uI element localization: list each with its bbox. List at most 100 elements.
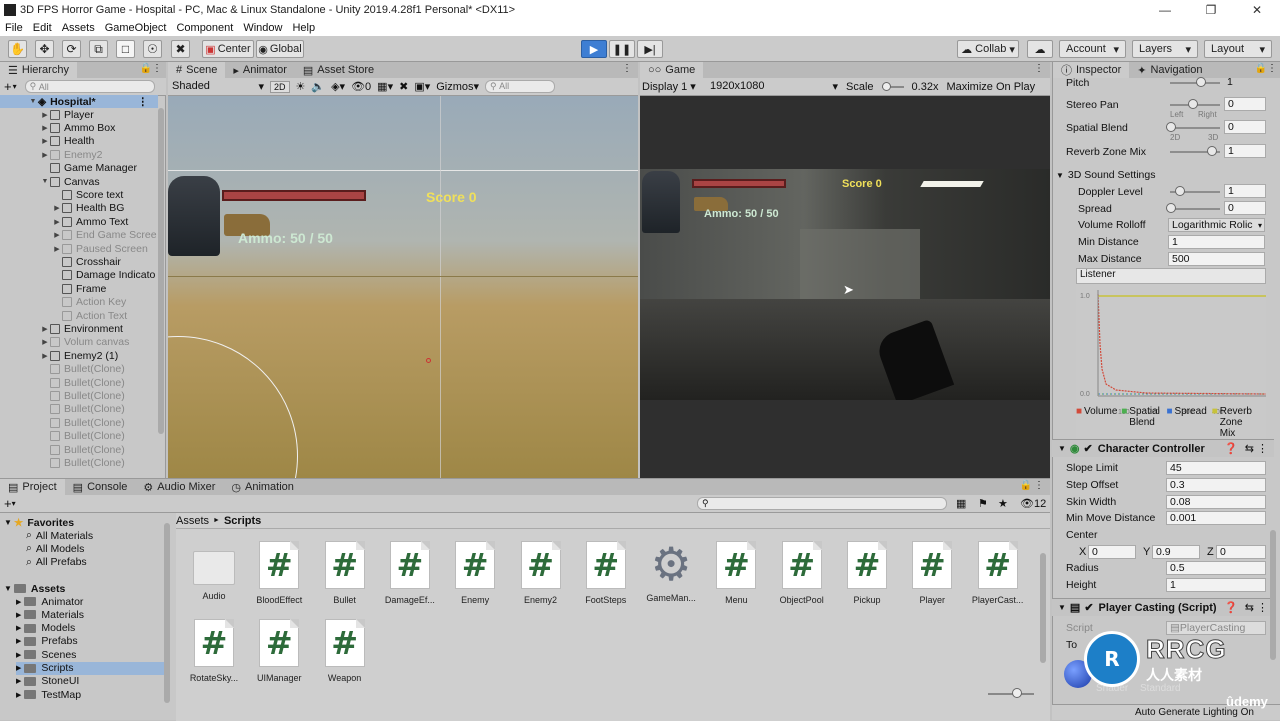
mode-2d-toggle[interactable]: 2D	[270, 80, 290, 93]
hierarchy-item[interactable]: ▶ Ammo Text	[0, 215, 158, 228]
reverb-knob[interactable]	[1207, 146, 1217, 156]
tab-audio-mixer[interactable]: ⚙ Audio Mixer	[135, 479, 223, 495]
audio-icon[interactable]: 🔈	[311, 80, 325, 93]
scale-tool-icon[interactable]: ⧉	[89, 40, 108, 58]
expand-arrow-icon[interactable]: ▶	[52, 231, 62, 239]
tab-scene[interactable]: # Scene	[168, 62, 226, 78]
center-y-field[interactable]: 0.9	[1152, 545, 1200, 559]
filter-label-icon[interactable]: ⚑	[978, 497, 988, 510]
move-tool-icon[interactable]: ✥	[35, 40, 54, 58]
pitch-value[interactable]: 1	[1224, 75, 1266, 89]
favorite-star-icon[interactable]: ★	[998, 497, 1008, 510]
reverb-field[interactable]: 1	[1224, 144, 1266, 158]
hierarchy-scrollbar[interactable]	[158, 108, 164, 434]
kebab-menu-icon[interactable]: ⋮	[152, 63, 162, 74]
tab-project[interactable]: ▤ Project	[0, 479, 65, 495]
project-add-icon[interactable]: +	[4, 496, 12, 511]
pause-button[interactable]: ❚❚	[609, 40, 635, 58]
sound-settings-foldout[interactable]: ▼ 3D Sound Settings	[1056, 167, 1256, 183]
cc-enabled-checkbox[interactable]: ✔	[1084, 442, 1093, 455]
cc-menu-icon[interactable]: ⋮	[1257, 442, 1268, 455]
menu-window[interactable]: Window	[238, 22, 287, 34]
asset-file[interactable]: # Menu	[704, 541, 768, 617]
hierarchy-search-input[interactable]: ⚲ All	[24, 80, 155, 93]
expand-arrow-icon[interactable]: ▶	[16, 664, 21, 672]
menu-edit[interactable]: Edit	[28, 22, 57, 34]
asset-file[interactable]: # Weapon	[313, 619, 377, 695]
step-field[interactable]: 0.3	[1166, 478, 1266, 492]
asset-folder-item[interactable]: ▶ TestMap	[16, 688, 164, 701]
step-button[interactable]: ▶|	[637, 40, 663, 58]
scene-viewport[interactable]: Ammo: 50 / 50 Score 0	[168, 96, 638, 478]
favorite-item[interactable]: ⌕ All Prefabs	[26, 556, 87, 569]
inspector-lock-icon[interactable]: 🔒	[1255, 63, 1267, 74]
tab-asset-store[interactable]: ▤ Asset Store	[295, 62, 382, 78]
menu-assets[interactable]: Assets	[57, 22, 100, 34]
expand-arrow-icon[interactable]: ▶	[52, 245, 62, 253]
play-button[interactable]: ▶	[581, 40, 607, 58]
expand-arrow-icon[interactable]: ▶	[40, 151, 50, 159]
effects-icon[interactable]: ◈▾	[331, 80, 345, 93]
hierarchy-item[interactable]: Bullet(Clone)	[0, 403, 158, 416]
asset-folder-item[interactable]: ▶ Scenes	[16, 648, 164, 661]
transform-tool-icon[interactable]: ☉	[143, 40, 162, 58]
lighting-icon[interactable]: ☀	[296, 80, 306, 93]
inspector-scrollbar[interactable]	[1270, 530, 1276, 660]
center-x-field[interactable]: 0	[1088, 545, 1136, 559]
expand-arrow-icon[interactable]: ▶	[40, 352, 50, 360]
project-tree-scrollbar[interactable]	[164, 523, 170, 703]
scene-search-input[interactable]: ⚲ All	[485, 80, 556, 93]
hierarchy-item[interactable]: Score text	[0, 188, 158, 201]
spatial-blend-slider[interactable]	[1170, 127, 1220, 129]
game-viewport[interactable]: Ammo: 50 / 50 Score 0 ➤	[640, 169, 1050, 400]
hidden-packages-toggle[interactable]: 👁12	[1020, 497, 1046, 510]
hierarchy-item[interactable]: Bullet(Clone)	[0, 456, 158, 469]
center-z-field[interactable]: 0	[1216, 545, 1266, 559]
hierarchy-item[interactable]: Action Text	[0, 309, 158, 322]
expand-arrow-icon[interactable]: ▶	[40, 325, 50, 333]
gizmos-dropdown[interactable]: Gizmos▾	[436, 80, 479, 93]
expand-arrow-icon[interactable]: ▶	[16, 677, 21, 685]
asset-folder-item[interactable]: ▶ Models	[16, 622, 164, 635]
character-controller-header[interactable]: ▼ ◉ ✔ Character Controller ❓ ⇆ ⋮	[1052, 439, 1274, 457]
hierarchy-item[interactable]: Bullet(Clone)	[0, 389, 158, 402]
expand-arrow-icon[interactable]: ▶	[52, 218, 62, 226]
pc-enabled-checkbox[interactable]: ✔	[1084, 601, 1093, 614]
favorite-item[interactable]: ⌕ All Materials	[26, 529, 93, 542]
grid-toggle-icon[interactable]: ▦▾	[377, 80, 393, 93]
game-kebab-icon[interactable]: ⋮	[1034, 63, 1044, 74]
asset-folder-item[interactable]: ▶ Animator	[16, 595, 164, 608]
skin-field[interactable]: 0.08	[1166, 495, 1266, 509]
rect-tool-icon[interactable]: □	[116, 40, 135, 58]
menu-help[interactable]: Help	[287, 22, 320, 34]
hierarchy-item[interactable]: ▶ Enemy2	[0, 148, 158, 161]
display-dropdown[interactable]: Display 1 ▾	[642, 80, 702, 93]
height-field[interactable]: 1	[1166, 578, 1266, 592]
scene-kebab-icon[interactable]: ⋮	[622, 63, 632, 74]
zoom-slider[interactable]	[988, 693, 1034, 695]
inspector-kebab-icon[interactable]: ⋮	[1267, 63, 1277, 74]
asset-file[interactable]: Audio	[182, 541, 246, 617]
pitch-slider-knob[interactable]	[1196, 77, 1206, 87]
cloud-icon[interactable]: ☁	[1027, 40, 1053, 58]
hierarchy-item[interactable]: Bullet(Clone)	[0, 363, 158, 376]
asset-folder-item[interactable]: ▶ StoneUI	[16, 675, 164, 688]
asset-file[interactable]: # ObjectPool	[770, 541, 834, 617]
layout-dropdown[interactable]: Layout ▾	[1204, 40, 1272, 58]
tab-console[interactable]: ▤ Console	[65, 479, 136, 495]
hierarchy-item[interactable]: Bullet(Clone)	[0, 443, 158, 456]
max-distance-field[interactable]: 500	[1168, 252, 1265, 266]
spatial-blend-field[interactable]: 0	[1224, 120, 1266, 134]
minimize-button[interactable]: —	[1142, 0, 1188, 20]
pivot-center-button[interactable]: ▣ Center	[202, 40, 254, 58]
expand-arrow-icon[interactable]: ▶	[16, 611, 21, 619]
project-search-input[interactable]: ⚲	[697, 497, 947, 510]
tab-hierarchy[interactable]: ☰ Hierarchy	[0, 62, 77, 78]
tab-animator[interactable]: ▸ Animator	[225, 62, 295, 78]
expand-arrow-icon[interactable]: ▶	[52, 204, 62, 212]
min-distance-field[interactable]: 1	[1168, 235, 1265, 249]
slope-field[interactable]: 45	[1166, 461, 1266, 475]
expand-arrow-icon[interactable]: ▶	[16, 624, 21, 632]
maximize-button[interactable]: ❐	[1188, 0, 1234, 20]
hierarchy-item[interactable]: ▶ Player	[0, 108, 158, 121]
